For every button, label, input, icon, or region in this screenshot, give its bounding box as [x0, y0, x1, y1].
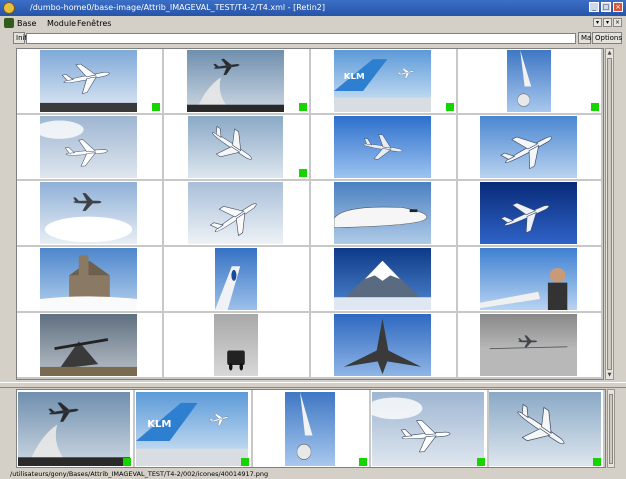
grid-cell[interactable] [164, 49, 311, 115]
thumbnail-image[interactable] [334, 248, 431, 310]
selection-badge[interactable] [593, 458, 601, 466]
grid-cell[interactable] [17, 247, 164, 313]
thumbnail-image[interactable] [214, 314, 258, 376]
thumbnail-image[interactable] [480, 248, 577, 310]
thumbnail-image[interactable] [480, 182, 577, 244]
grid-cell[interactable] [164, 313, 311, 379]
basket-scrollbar-thumb[interactable] [609, 394, 613, 464]
thumbnail-image[interactable] [480, 314, 577, 376]
grid-cell[interactable] [458, 49, 603, 115]
thumbnail-image[interactable] [188, 116, 283, 178]
grid-cell[interactable] [458, 115, 603, 181]
grid-cell[interactable] [311, 115, 458, 181]
selection-badge[interactable] [152, 103, 160, 111]
grid-cell[interactable] [164, 247, 311, 313]
thumbnail-image[interactable]: KLM [334, 50, 431, 112]
grid-cell[interactable] [17, 115, 164, 181]
grid-cell[interactable] [311, 247, 458, 313]
selection-badge[interactable] [359, 458, 367, 466]
pane-splitter[interactable] [0, 382, 626, 388]
app-icon[interactable] [3, 2, 15, 14]
thumbnail-image[interactable] [334, 314, 431, 376]
thumbnail-image[interactable] [40, 182, 137, 244]
maximize-button[interactable]: □ [601, 2, 611, 12]
grid-scrollbar-thumb[interactable] [607, 58, 612, 370]
grid-cell[interactable] [17, 313, 164, 379]
grid-cell[interactable] [458, 313, 603, 379]
menu-fenetres[interactable]: Fenêtres [77, 16, 111, 31]
selection-badge[interactable] [241, 458, 249, 466]
selection-badge[interactable] [299, 103, 307, 111]
thumbnail-image[interactable] [40, 116, 137, 178]
close-button[interactable]: × [613, 2, 623, 12]
grid-cell[interactable]: KLM [311, 49, 458, 115]
minimize-button[interactable]: _ [589, 2, 599, 12]
options-button[interactable]: Options [592, 32, 622, 44]
init-button[interactable]: Init [13, 32, 27, 44]
grid-scrollbar[interactable]: ▲ ▼ [605, 48, 614, 380]
thumbnail-image[interactable] [480, 116, 577, 178]
menu-module[interactable]: Module [47, 16, 76, 31]
scroll-down-arrow-icon[interactable]: ▼ [606, 371, 613, 379]
thumbnail-image[interactable] [285, 392, 335, 466]
window-controls: _ □ × [589, 2, 623, 12]
thumbnail-image[interactable] [489, 392, 601, 466]
toolbar: Init Ma Options [0, 31, 626, 46]
svg-text:KLM: KLM [344, 71, 365, 81]
grid-cell[interactable] [458, 181, 603, 247]
selection-badge[interactable] [299, 169, 307, 177]
path-input[interactable] [26, 33, 576, 44]
grid-cell[interactable] [164, 181, 311, 247]
grid-cell[interactable] [17, 181, 164, 247]
menu-bar: Base Module Fenêtres ▾ ▾ × [0, 16, 626, 31]
grid-cell[interactable] [17, 49, 164, 115]
thumbnail-image[interactable] [334, 116, 431, 178]
selection-badge[interactable] [477, 458, 485, 466]
basket-item[interactable] [17, 390, 135, 467]
grid-cell[interactable] [164, 115, 311, 181]
svg-text:KLM: KLM [147, 419, 171, 430]
title-bar: /dumbo-home0/base-image/Attrib_IMAGEVAL_… [0, 0, 626, 16]
status-bar: /utilisateurs/gony/Bases/Attrib_IMAGEVAL… [10, 470, 269, 478]
selection-badge[interactable] [446, 103, 454, 111]
mdi-menu-button[interactable]: ▾ [593, 18, 602, 27]
thumbnail-image[interactable] [18, 392, 130, 466]
grid-cell[interactable] [311, 313, 458, 379]
thumbnail-image[interactable] [40, 314, 137, 376]
thumbnail-image[interactable] [40, 248, 137, 310]
thumbnail-image[interactable] [187, 50, 284, 112]
thumbnail-image[interactable] [507, 50, 551, 112]
basket-item[interactable]: KLM [135, 390, 253, 467]
thumbnail-image[interactable] [188, 182, 283, 244]
thumbnail-image[interactable] [40, 50, 137, 112]
mdi-close-button[interactable]: × [613, 18, 622, 27]
window-title: /dumbo-home0/base-image/Attrib_IMAGEVAL_… [30, 3, 325, 12]
app-logo-icon [4, 18, 14, 28]
selection-basket: KLM [16, 389, 606, 468]
basket-item[interactable] [489, 390, 605, 467]
basket-item[interactable] [371, 390, 489, 467]
thumbnail-image[interactable] [334, 182, 431, 244]
basket-item[interactable] [253, 390, 371, 467]
basket-scrollbar[interactable] [607, 389, 615, 468]
selection-badge[interactable] [591, 103, 599, 111]
menu-base[interactable]: Base [17, 16, 36, 31]
thumbnail-image[interactable] [215, 248, 257, 310]
scroll-up-arrow-icon[interactable]: ▲ [606, 49, 613, 57]
thumbnail-image[interactable] [372, 392, 484, 466]
grid-cell[interactable] [458, 247, 603, 313]
thumbnail-image[interactable]: KLM [136, 392, 248, 466]
selection-badge[interactable] [123, 458, 131, 466]
mdi-restore-button[interactable]: ▾ [603, 18, 612, 27]
mdi-controls: ▾ ▾ × [593, 18, 622, 27]
results-grid: KLM [16, 48, 604, 380]
ma-button[interactable]: Ma [578, 32, 591, 44]
grid-cell[interactable] [311, 181, 458, 247]
